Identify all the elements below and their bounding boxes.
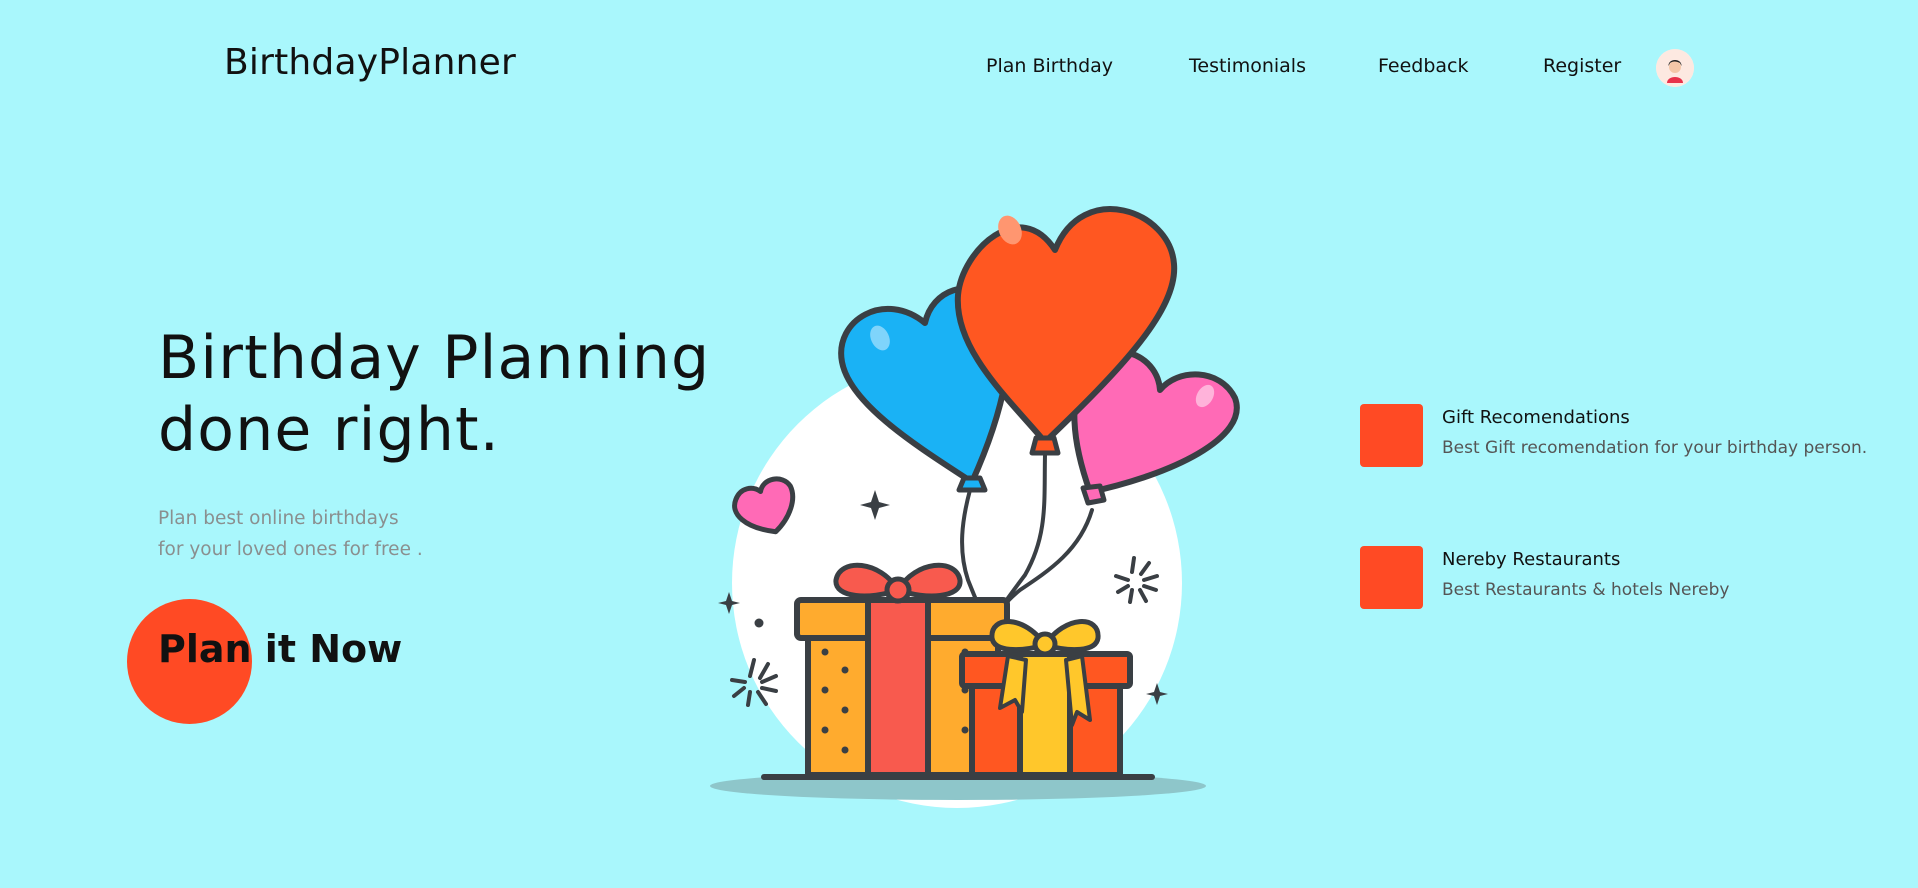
nav-link-testimonials[interactable]: Testimonials xyxy=(1189,55,1306,77)
feature-title: Gift Recomendations xyxy=(1442,407,1630,428)
nav-link-register[interactable]: Register xyxy=(1543,55,1621,77)
feature-description: Best Gift recomendation for your birthda… xyxy=(1442,438,1868,458)
restaurant-feature-icon xyxy=(1360,546,1423,609)
feature-nearby-restaurants: Nereby Restaurants Best Restaurants & ho… xyxy=(1360,546,1900,610)
hero-title: Birthday Planning done right. xyxy=(158,322,718,466)
nav-link-feedback[interactable]: Feedback xyxy=(1378,55,1468,77)
hero-title-line-2: done right. xyxy=(158,395,501,465)
nav-link-plan-birthday[interactable]: Plan Birthday xyxy=(986,55,1113,77)
avatar-icon xyxy=(1656,49,1694,87)
nav-links: Plan Birthday Testimonials Feedback Regi… xyxy=(0,55,1918,85)
birthday-gifts-illustration xyxy=(710,206,1240,808)
hero-subtitle-line-2: for your loved ones for free . xyxy=(158,539,423,560)
hero-subtitle-line-1: Plan best online birthdays xyxy=(158,508,399,529)
gift-feature-icon xyxy=(1360,404,1423,467)
hero-title-line-1: Birthday Planning xyxy=(158,323,711,393)
feature-description: Best Restaurants & hotels Nereby xyxy=(1442,580,1730,600)
feature-gift-recommendations: Gift Recomendations Best Gift recomendat… xyxy=(1360,404,1900,468)
feature-title: Nereby Restaurants xyxy=(1442,549,1621,570)
hero-subtitle: Plan best online birthdays for your love… xyxy=(158,503,518,565)
user-avatar[interactable] xyxy=(1656,49,1694,87)
top-nav: BirthdayPlanner Plan Birthday Testimonia… xyxy=(0,0,1918,130)
plan-it-now-button[interactable]: Plan it Now xyxy=(158,627,402,671)
